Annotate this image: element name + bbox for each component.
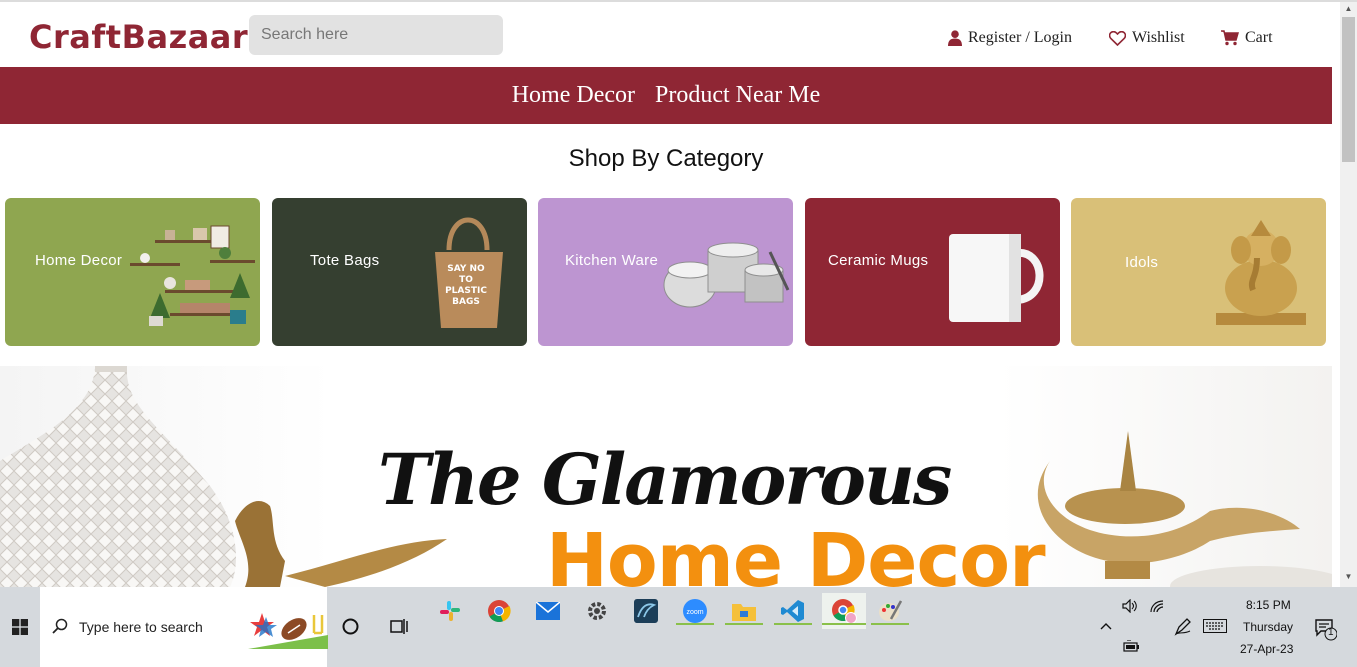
idol-image [1216,220,1306,325]
hero-banner[interactable]: The Glamorous Home Decor [0,366,1332,587]
section-title: Shop By Category [568,145,764,172]
zoom-icon-label: zoom [686,609,703,616]
wifi-icon[interactable] [1149,599,1165,613]
slack-icon[interactable] [432,593,468,629]
wishlist-link[interactable]: Wishlist [1109,29,1185,47]
paint-running-indicator [871,623,909,625]
site-logo[interactable]: CraftBazaar [29,18,248,56]
start-button[interactable] [0,587,40,667]
vase-image [0,366,236,587]
clock-date[interactable]: 27-Apr-23 [1240,642,1293,656]
cortana-icon[interactable] [342,618,359,635]
category-label: Ceramic Mugs [828,252,929,269]
category-label: Home Decor [35,252,123,269]
category-card-home-decor[interactable]: Home Decor [5,198,260,346]
clock-day[interactable]: Thursday [1243,620,1293,634]
keyboard-icon[interactable] [1203,619,1227,633]
mysql-workbench-icon[interactable] [628,593,664,629]
category-label: Kitchen Ware [565,252,659,269]
cart-icon [1221,30,1239,46]
nav-home-decor[interactable]: Home Decor [512,82,635,109]
chrome-icon[interactable] [481,593,517,629]
task-view-icon[interactable] [390,618,408,635]
wishlist-label: Wishlist [1132,29,1185,46]
mug-image [949,234,1044,322]
main-nav: Home Decor Product Near Me [0,67,1332,124]
category-card-kitchen-ware[interactable]: Kitchen Ware [538,198,793,346]
heart-icon [1109,30,1126,46]
scrollbar-thumb[interactable] [1342,17,1355,162]
search-input[interactable] [249,15,503,55]
genie-lamp-image [1037,431,1332,587]
sports-news-icon [248,613,328,649]
category-card-tote-bags[interactable]: Tote Bags SAY NO TO PLASTIC BAGS [272,198,527,346]
cookware-image [663,242,790,308]
explorer-running-indicator [725,623,763,625]
scroll-up-arrow-icon[interactable]: ▲ [1343,4,1354,14]
chrome-running-indicator [822,623,866,625]
register-login-label: Register / Login [968,29,1072,46]
nav-product-near-me[interactable]: Product Near Me [655,82,820,109]
windows-taskbar: Type here to search zoom 8:15 PM Thursda… [0,587,1357,667]
banner-subtitle: Home Decor [546,518,1046,587]
banner-title: The Glamorous [378,438,952,521]
windows-logo-icon [12,619,28,635]
user-icon [948,30,962,46]
volume-icon[interactable] [1122,599,1138,613]
pen-icon[interactable] [1174,618,1192,636]
tote-bag-text: SAY NO TO PLASTIC BAGS [445,264,487,307]
category-card-ceramic-mugs[interactable]: Ceramic Mugs [805,198,1060,346]
category-card-idols[interactable]: Idols [1071,198,1326,346]
scroll-down-arrow-icon[interactable]: ▼ [1343,572,1354,582]
register-login-link[interactable]: Register / Login [948,29,1072,47]
cart-label: Cart [1245,29,1273,46]
window-top-border [0,0,1357,2]
clock-time[interactable]: 8:15 PM [1246,598,1291,612]
taskbar-search-box[interactable]: Type here to search [40,587,328,667]
category-label: Tote Bags [310,252,380,269]
show-hidden-icons-chevron-icon[interactable] [1100,622,1112,630]
mail-icon[interactable] [530,593,566,629]
category-label: Idols [1125,254,1159,271]
search-icon [52,618,68,634]
vscode-running-indicator [774,623,812,625]
battery-icon[interactable] [1123,640,1140,652]
taskbar-search-placeholder: Type here to search [79,619,203,635]
web-page: CraftBazaar Register / Login Wishlist Ca… [0,0,1340,587]
settings-gear-icon[interactable] [579,593,615,629]
notification-count-badge: 1 [1328,627,1334,638]
shelves-image [130,225,255,326]
cart-link[interactable]: Cart [1221,29,1273,47]
zoom-running-indicator [676,623,714,625]
